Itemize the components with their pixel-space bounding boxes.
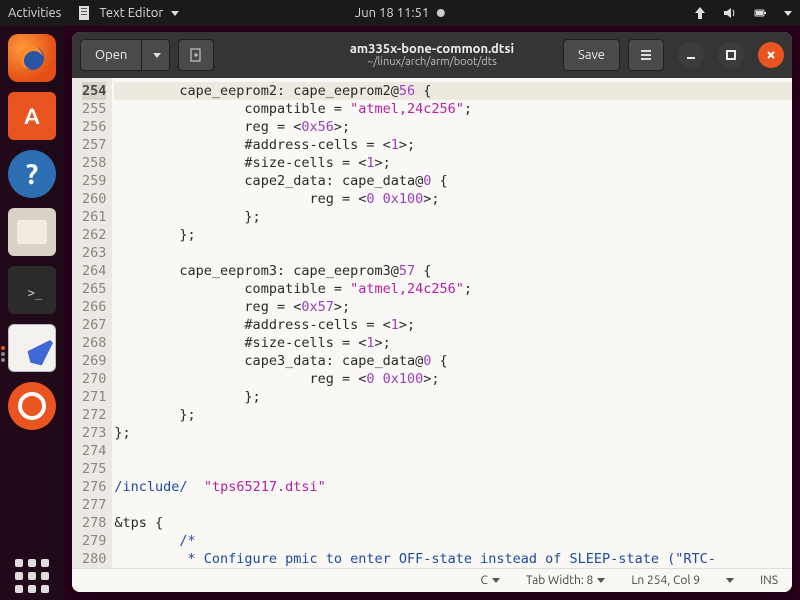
save-button[interactable]: Save bbox=[563, 39, 620, 71]
title-path: ~/linux/arch/arm/boot/dts bbox=[350, 56, 514, 68]
title-filename: am335x-bone-common.dtsi bbox=[350, 42, 514, 56]
app-menu-label: Text Editor bbox=[99, 6, 163, 20]
editor-area[interactable]: 2542552562572582592602612622632642652662… bbox=[72, 78, 792, 568]
apps-grid-icon bbox=[15, 559, 49, 593]
hamburger-icon bbox=[638, 47, 654, 63]
notification-dot-icon bbox=[437, 9, 445, 17]
chevron-down-icon bbox=[171, 11, 179, 16]
chevron-down-icon[interactable] bbox=[726, 578, 734, 583]
open-button[interactable]: Open bbox=[80, 39, 142, 71]
status-language[interactable]: C bbox=[481, 574, 500, 587]
volume-icon[interactable] bbox=[722, 5, 738, 21]
clock[interactable]: Jun 18 11:51 bbox=[355, 6, 445, 20]
status-insert-mode[interactable]: INS bbox=[760, 574, 778, 587]
status-tabwidth[interactable]: Tab Width: 8 bbox=[526, 574, 605, 587]
dock-item-software[interactable] bbox=[8, 92, 56, 140]
dock-item-help[interactable]: ? bbox=[8, 150, 56, 198]
activities-button[interactable]: Activities bbox=[8, 6, 61, 20]
hamburger-menu-button[interactable] bbox=[628, 39, 664, 71]
dock: ? bbox=[0, 26, 64, 600]
chevron-down-icon bbox=[492, 578, 500, 583]
system-menu-chevron-icon[interactable] bbox=[784, 11, 792, 16]
code-content[interactable]: cape_eeprom2: cape_eeprom2@56 { compatib… bbox=[112, 78, 792, 568]
open-recent-button[interactable] bbox=[142, 39, 170, 71]
status-language-label: C bbox=[481, 574, 488, 587]
line-number-gutter: 2542552562572582592602612622632642652662… bbox=[72, 78, 112, 568]
status-position: Ln 254, Col 9 bbox=[631, 574, 700, 587]
new-document-icon bbox=[188, 47, 204, 63]
headerbar: Open am335x-bone-common.dtsi ~/linux/arc… bbox=[72, 32, 792, 78]
dock-item-show-applications[interactable] bbox=[8, 552, 56, 600]
clock-label: Jun 18 11:51 bbox=[355, 6, 429, 20]
dock-item-files[interactable] bbox=[8, 208, 56, 256]
dock-item-terminal[interactable] bbox=[8, 266, 56, 314]
window-close-button[interactable] bbox=[758, 42, 784, 68]
window-minimize-button[interactable] bbox=[678, 42, 704, 68]
text-editor-icon bbox=[77, 5, 93, 21]
power-icon[interactable] bbox=[752, 5, 768, 21]
new-tab-button[interactable] bbox=[178, 39, 214, 71]
dock-item-firefox[interactable] bbox=[8, 34, 56, 82]
app-menu[interactable]: Text Editor bbox=[77, 5, 179, 21]
dock-item-text-editor[interactable] bbox=[8, 324, 56, 372]
top-panel: Activities Text Editor Jun 18 11:51 bbox=[0, 0, 800, 26]
dock-item-ubuntu[interactable] bbox=[8, 382, 56, 430]
statusbar: C Tab Width: 8 Ln 254, Col 9 INS bbox=[72, 568, 792, 592]
status-tabwidth-label: Tab Width: 8 bbox=[526, 574, 593, 587]
window-maximize-button[interactable] bbox=[718, 42, 744, 68]
window-title: am335x-bone-common.dtsi ~/linux/arch/arm… bbox=[350, 42, 514, 68]
network-icon[interactable] bbox=[692, 5, 708, 21]
chevron-down-icon bbox=[597, 578, 605, 583]
chevron-down-icon bbox=[153, 53, 161, 58]
text-editor-window: Open am335x-bone-common.dtsi ~/linux/arc… bbox=[72, 32, 792, 592]
